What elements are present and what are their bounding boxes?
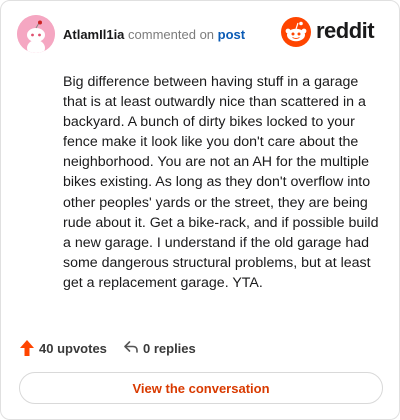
comment-card: AtlamIl1ia commented on post reddit Big … [0,0,400,420]
upvote-arrow-icon [20,340,34,356]
reddit-logo-icon [281,17,311,47]
action-text: commented on [128,27,215,42]
upvote-button[interactable]: 40 upvotes [19,338,119,358]
reply-count: 0 replies [143,341,196,356]
replies-button[interactable]: 0 replies [123,338,223,358]
username-link[interactable]: AtlamIl1ia [63,27,124,42]
reddit-logo[interactable]: reddit [281,17,385,47]
comment-header: AtlamIl1ia commented on post reddit [17,15,385,53]
comment-footer: 40 upvotes 0 replies [19,338,319,360]
view-conversation-button[interactable]: View the conversation [19,372,383,404]
reddit-wordmark: reddit [316,18,375,43]
snoo-avatar-icon[interactable] [17,15,55,53]
comment-body: Big difference between having stuff in a… [63,74,379,291]
post-link[interactable]: post [218,27,245,42]
upvote-count: 40 upvotes [39,341,107,356]
comment-meta: AtlamIl1ia commented on post [63,27,245,42]
reply-icon [124,341,138,353]
